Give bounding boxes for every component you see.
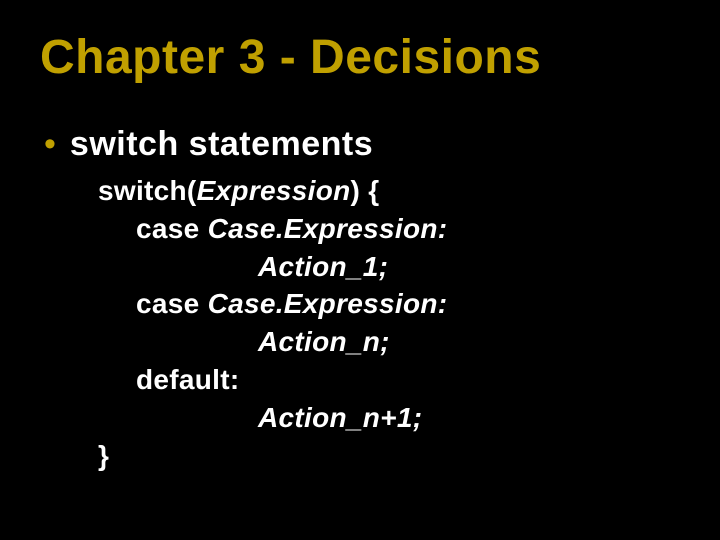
code-line-5: Action_n; — [98, 323, 680, 361]
code-line-8: } — [98, 437, 680, 475]
slide-container: Chapter 3 - Decisions • switch statement… — [0, 0, 720, 540]
bullet-text: switch statements — [70, 125, 373, 164]
code-line-7: Action_n+1; — [98, 399, 680, 437]
code-line-6: default: — [98, 361, 680, 399]
action-1-placeholder: Action_1; — [258, 251, 388, 282]
switch-keyword: switch( — [98, 175, 197, 206]
expression-placeholder: Expression — [197, 175, 351, 206]
code-line-1: switch(Expression) { — [98, 172, 680, 210]
case-expression-n-placeholder: Case.Expression: — [208, 288, 448, 319]
bullet-item: • switch statements — [44, 125, 680, 164]
code-line-3: Action_1; — [98, 248, 680, 286]
paren-brace: ) { — [351, 175, 380, 206]
action-n-placeholder: Action_n; — [258, 326, 390, 357]
bullet-dot-icon: • — [44, 127, 56, 161]
code-block: switch(Expression) { case Case.Expressio… — [98, 172, 680, 474]
slide-title: Chapter 3 - Decisions — [40, 30, 680, 85]
case-keyword: case — [136, 213, 208, 244]
code-line-2: case Case.Expression: — [98, 210, 680, 248]
action-n1-placeholder: Action_n+1; — [258, 402, 422, 433]
case-keyword: case — [136, 288, 208, 319]
closing-brace: } — [98, 440, 109, 471]
case-expression-placeholder: Case.Expression: — [208, 213, 448, 244]
code-line-4: case Case.Expression: — [98, 285, 680, 323]
default-keyword: default: — [136, 364, 240, 395]
